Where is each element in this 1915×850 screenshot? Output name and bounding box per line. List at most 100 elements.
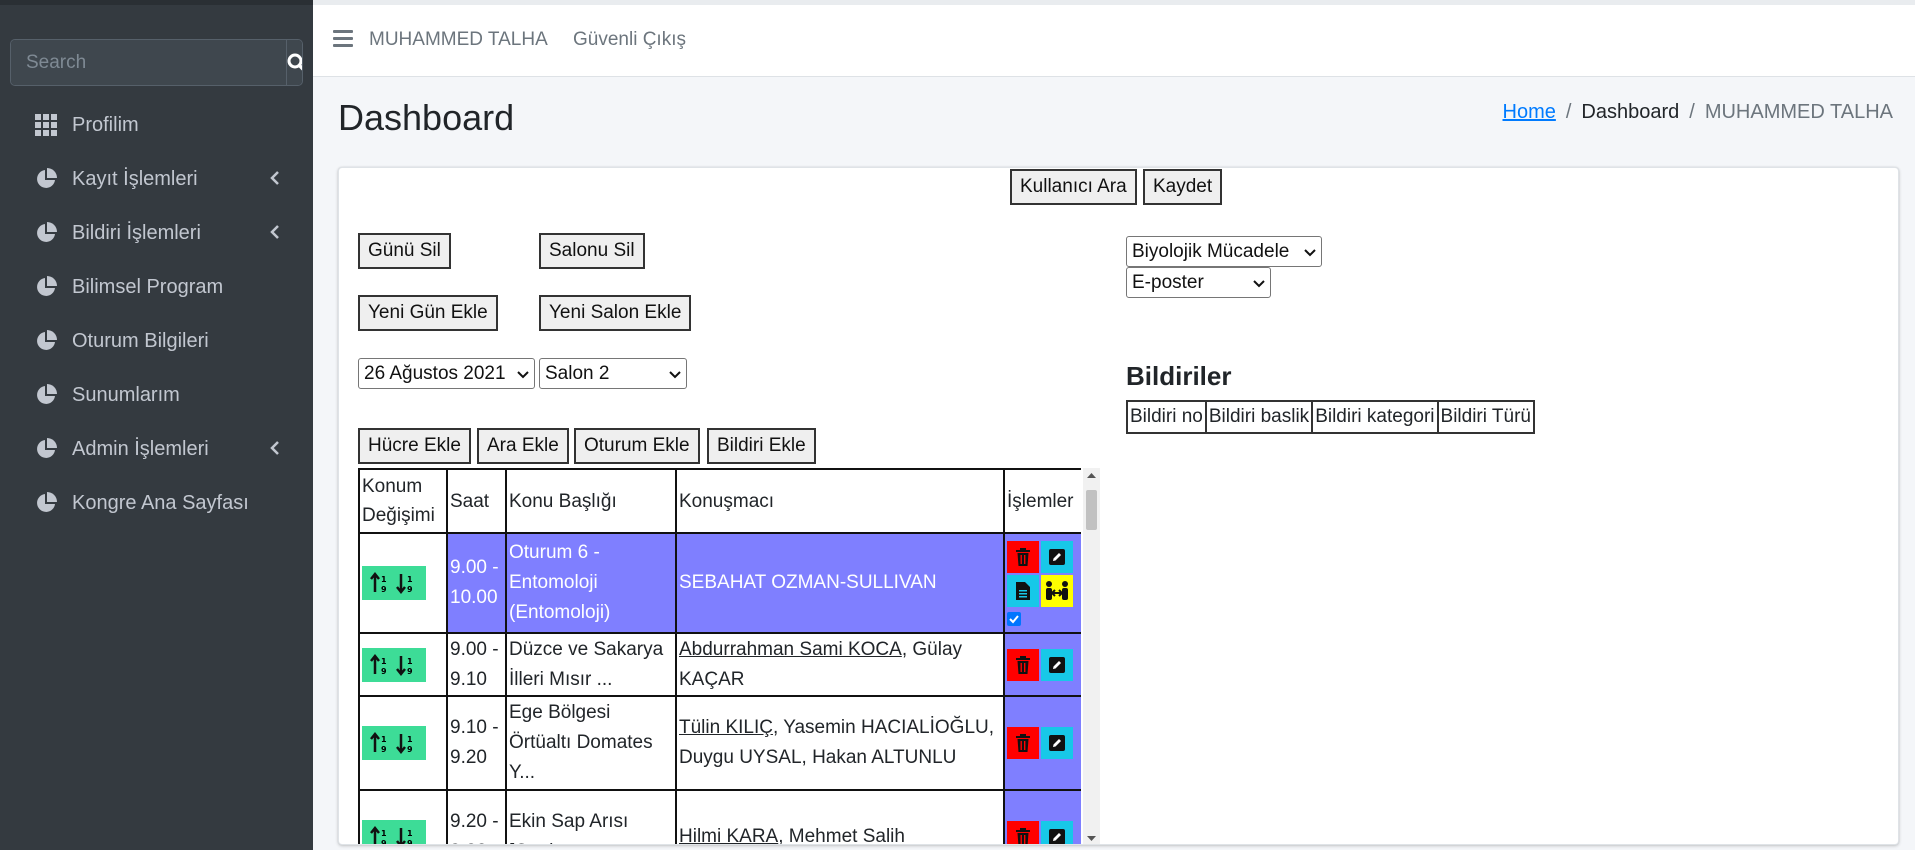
sort-down-icon[interactable]: 19: [396, 572, 418, 594]
topic-cell: Oturum 6 - Entomoloji (Entomoloji): [505, 532, 677, 634]
delete-hall-button[interactable]: Salonu Sil: [539, 233, 645, 269]
sort-down-icon[interactable]: 19: [396, 826, 418, 845]
svg-text:9: 9: [381, 839, 387, 845]
sidebar-item-label: Admin İşlemleri: [72, 437, 209, 460]
add-cell-button[interactable]: Hücre Ekle: [358, 428, 471, 464]
new-day-button[interactable]: Yeni Gün Ekle: [358, 295, 498, 331]
sidebar-top-border: [0, 0, 313, 5]
sort-up-icon[interactable]: 19: [370, 732, 392, 754]
save-button[interactable]: Kaydet: [1143, 169, 1223, 205]
svg-text:1: 1: [381, 829, 387, 838]
sidebar-item-bildiri-islemleri[interactable]: Bildiri İşlemleri: [0, 206, 313, 260]
svg-text:1: 1: [407, 575, 413, 584]
pencil-square-icon: [1049, 735, 1065, 751]
search-icon: [287, 53, 302, 70]
sidebar-item-label: Kongre Ana Sayfası: [72, 491, 249, 514]
breadcrumb-home-link[interactable]: Home: [1503, 101, 1556, 124]
sort-up-icon[interactable]: 19: [370, 572, 392, 594]
speaker-cell: Tülin KILIÇ, Yasemin HACIALİOĞLU, Duygu …: [675, 695, 1005, 791]
sort-down-icon[interactable]: 19: [396, 732, 418, 754]
type-select[interactable]: E-poster: [1126, 267, 1271, 298]
topbar-username[interactable]: MUHAMMED TALHA: [369, 29, 548, 51]
page-title: Dashboard: [338, 97, 515, 138]
speaker-link[interactable]: Tülin KILIÇ: [679, 717, 773, 738]
sidebar-item-kongre-ana-sayfasi[interactable]: Kongre Ana Sayfası: [0, 476, 313, 530]
new-hall-button[interactable]: Yeni Salon Ekle: [539, 295, 692, 331]
chevron-down-icon: [669, 370, 681, 378]
day-select-value: 26 Ağustos 2021: [364, 362, 506, 384]
actions-cell: [1003, 789, 1081, 844]
sidebar-item-admin-islemleri[interactable]: Admin İşlemleri: [0, 422, 313, 476]
sidebar-item-bilimsel-program[interactable]: Bilimsel Program: [0, 260, 313, 314]
category-select-value: Biyolojik Mücadele: [1132, 240, 1290, 262]
speaker-link[interactable]: Hilmi KARA: [679, 826, 778, 844]
breadcrumb-separator: /: [1565, 101, 1572, 123]
hamburger-menu-icon[interactable]: [333, 30, 353, 48]
day-select[interactable]: 26 Ağustos 2021: [358, 358, 535, 389]
type-select-value: E-poster: [1132, 271, 1204, 293]
delete-button[interactable]: [1007, 727, 1039, 759]
sidebar-item-oturum-bilgileri[interactable]: Oturum Bilgileri: [0, 314, 313, 368]
sidebar: Profilim Kayıt İşlemleri Bildiri İşlemle…: [0, 0, 313, 850]
edit-button[interactable]: [1041, 821, 1073, 844]
topic-cell: Ege Bölgesi Örtüaltı Domates Y...: [505, 695, 677, 791]
edit-button[interactable]: [1041, 727, 1073, 759]
sort-up-icon[interactable]: 19: [370, 653, 392, 676]
breadcrumb-separator: /: [1689, 101, 1695, 123]
speaker-link[interactable]: Abdurrahman Sami KOCA: [679, 639, 902, 660]
sort-up-icon[interactable]: 19: [370, 826, 392, 845]
time-cell: 9.20 - 9.30: [446, 789, 507, 844]
move-buttons: 19 19: [362, 566, 426, 600]
chevron-left-icon: [265, 438, 285, 458]
select-checkbox[interactable]: [1007, 611, 1021, 626]
table-scrollbar[interactable]: [1083, 468, 1100, 844]
move-cell: 19 19: [358, 532, 448, 634]
document-button[interactable]: [1007, 574, 1039, 607]
logout-link[interactable]: Güvenli Çıkış: [573, 29, 686, 51]
time-cell: 9.10 - 9.20: [446, 695, 507, 791]
delete-button[interactable]: [1007, 821, 1039, 844]
move-buttons: 19 19: [362, 820, 426, 845]
assign-user-button[interactable]: [1041, 574, 1073, 607]
search-button[interactable]: [286, 40, 302, 85]
user-search-button[interactable]: Kullanıcı Ara: [1010, 169, 1137, 205]
scrollbar-thumb[interactable]: [1086, 490, 1097, 530]
scroll-down-icon[interactable]: [1086, 834, 1097, 844]
papers-table: Bildiri no Bildiri baslik Bildiri katego…: [1126, 400, 1535, 434]
delete-day-button[interactable]: Günü Sil: [358, 233, 451, 269]
hall-select[interactable]: Salon 2: [539, 358, 687, 389]
svg-text:1: 1: [381, 657, 387, 666]
chevron-down-icon: [1304, 248, 1316, 256]
sidebar-item-sunumlarim[interactable]: Sunumlarım: [0, 368, 313, 422]
time-cell: 9.00 - 9.10: [446, 632, 507, 697]
papers-col-type: Bildiri Türü: [1436, 400, 1535, 434]
trash-icon: [1016, 828, 1030, 844]
svg-text:9: 9: [381, 745, 387, 754]
sort-down-icon[interactable]: 19: [396, 654, 418, 676]
speaker-cell: SEBAHAT OZMAN-SULLIVAN: [675, 532, 1005, 634]
edit-button[interactable]: [1041, 648, 1073, 681]
speaker-cell: Abdurrahman Sami KOCA, Gülay KAÇAR: [675, 632, 1005, 697]
delete-button[interactable]: [1007, 540, 1039, 573]
sidebar-item-kayit-islemleri[interactable]: Kayıt İşlemleri: [0, 152, 313, 206]
edit-button[interactable]: [1041, 540, 1073, 573]
sidebar-item-profilim[interactable]: Profilim: [0, 98, 313, 152]
delete-button[interactable]: [1007, 648, 1039, 681]
time-cell: 9.00 - 10.00: [446, 532, 507, 634]
pie-chart-icon: [34, 491, 58, 515]
add-paper-button[interactable]: Bildiri Ekle: [707, 428, 816, 464]
actions-cell: [1003, 695, 1081, 791]
add-session-button[interactable]: Oturum Ekle: [574, 428, 700, 464]
category-select[interactable]: Biyolojik Mücadele: [1126, 236, 1322, 267]
pencil-square-icon: [1049, 829, 1065, 844]
add-break-button[interactable]: Ara Ekle: [477, 428, 569, 464]
chevron-down-icon: [517, 370, 529, 378]
papers-col-category: Bildiri kategori: [1311, 400, 1439, 434]
speaker-cell: Hilmi KARA, Mehmet Salih: [675, 789, 1005, 844]
move-cell: 19 19: [358, 695, 448, 791]
scroll-up-icon[interactable]: [1086, 470, 1097, 480]
search-input[interactable]: [11, 40, 286, 85]
table-row: 19 19 9.00 - 10.00 Oturum 6 - Entomoloji…: [358, 532, 1081, 634]
top-navbar: MUHAMMED TALHA Güvenli Çıkış: [313, 0, 1915, 77]
schedule-table-wrap[interactable]: Konum Değişimi Saat Konu Başlığı Konuşma…: [358, 468, 1081, 845]
